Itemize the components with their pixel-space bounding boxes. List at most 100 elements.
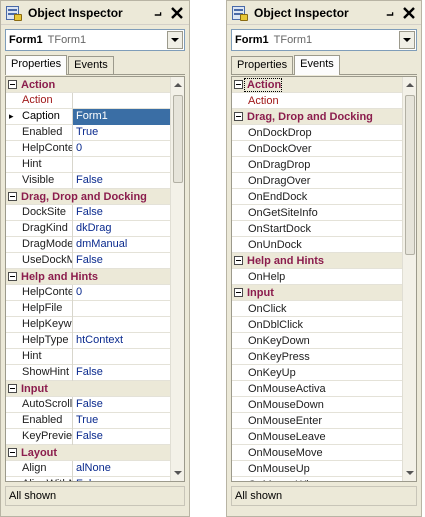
property-value[interactable]: 0: [73, 285, 170, 301]
tab-properties[interactable]: Properties: [5, 55, 68, 75]
event-row[interactable]: OnMouseDown: [232, 397, 402, 413]
event-row[interactable]: OnKeyDown: [232, 333, 402, 349]
scroll-up-button[interactable]: [404, 79, 416, 91]
event-row[interactable]: OnUnDock: [232, 237, 402, 253]
category-row[interactable]: Layout: [6, 445, 170, 461]
scroll-thumb[interactable]: [405, 95, 415, 255]
component-selector[interactable]: Form1 TForm1: [5, 29, 185, 51]
property-value[interactable]: [73, 301, 170, 317]
event-row[interactable]: OnDblClick: [232, 317, 402, 333]
collapse-toggle[interactable]: [6, 381, 19, 397]
dropdown-button[interactable]: [167, 31, 183, 49]
property-value[interactable]: False: [73, 397, 170, 413]
category-row[interactable]: Input: [6, 381, 170, 397]
collapse-toggle[interactable]: [232, 253, 245, 269]
category-row[interactable]: Drag, Drop and Docking: [232, 109, 402, 125]
event-row[interactable]: Action: [232, 93, 402, 109]
property-row[interactable]: HelpConte 0: [6, 284, 170, 301]
tab-events[interactable]: Events: [294, 55, 340, 75]
event-row[interactable]: OnMouseMove: [232, 445, 402, 461]
event-row[interactable]: OnDragDrop: [232, 157, 402, 173]
property-value[interactable]: Form1: [73, 108, 170, 125]
property-row[interactable]: AutoScroll False: [6, 396, 170, 413]
event-row[interactable]: OnMouseUp: [232, 461, 402, 477]
property-row[interactable]: HelpType htContext: [6, 332, 170, 349]
tab-properties[interactable]: Properties: [231, 56, 294, 74]
property-row[interactable]: ShowHint False: [6, 364, 170, 381]
property-row[interactable]: Align alNone: [6, 460, 170, 477]
close-icon[interactable]: [401, 5, 417, 21]
property-value[interactable]: [73, 157, 170, 173]
collapse-toggle[interactable]: [232, 109, 245, 125]
title-bar[interactable]: Object Inspector ⨼: [1, 1, 189, 25]
property-value[interactable]: dkDrag: [73, 221, 170, 237]
pin-icon[interactable]: ⨼: [383, 5, 397, 20]
scroll-down-button[interactable]: [404, 467, 416, 479]
property-value[interactable]: False: [73, 253, 170, 269]
property-row[interactable]: Visible False: [6, 172, 170, 189]
event-row[interactable]: OnDockDrop: [232, 125, 402, 141]
event-row[interactable]: OnClick: [232, 301, 402, 317]
property-row[interactable]: AlignWithMFalse: [6, 476, 170, 482]
tab-events[interactable]: Events: [68, 56, 114, 74]
category-row[interactable]: Action: [6, 77, 170, 93]
event-row[interactable]: OnMouseEnter: [232, 413, 402, 429]
collapse-toggle[interactable]: [232, 285, 245, 301]
property-row[interactable]: HelpFile: [6, 300, 170, 317]
event-row[interactable]: OnMouseLeave: [232, 429, 402, 445]
event-row[interactable]: OnHelp: [232, 269, 402, 285]
collapse-toggle[interactable]: [6, 77, 19, 93]
property-value[interactable]: True: [73, 413, 170, 429]
property-row[interactable]: UseDockMaFalse: [6, 252, 170, 269]
category-row[interactable]: Drag, Drop and Docking: [6, 189, 170, 205]
property-value[interactable]: [73, 93, 170, 109]
dropdown-button[interactable]: [399, 31, 415, 49]
event-row[interactable]: OnMouseWhee: [232, 477, 402, 482]
vertical-scrollbar[interactable]: [170, 77, 184, 481]
property-row[interactable]: HelpKeywo: [6, 316, 170, 333]
event-row[interactable]: OnKeyPress: [232, 349, 402, 365]
event-row[interactable]: OnMouseActiva: [232, 381, 402, 397]
property-value[interactable]: False: [73, 173, 170, 189]
property-row[interactable]: ▸ Caption Form1: [6, 108, 170, 125]
event-row[interactable]: OnKeyUp: [232, 365, 402, 381]
category-row[interactable]: Help and Hints: [6, 269, 170, 285]
property-value[interactable]: dmManual: [73, 237, 170, 253]
category-row[interactable]: Action: [232, 77, 402, 93]
property-value[interactable]: alNone: [73, 461, 170, 477]
property-value[interactable]: [73, 317, 170, 333]
property-row[interactable]: Hint: [6, 156, 170, 173]
property-value[interactable]: False: [73, 205, 170, 221]
property-row[interactable]: DragKind dkDrag: [6, 220, 170, 237]
property-row[interactable]: KeyPreviewFalse: [6, 428, 170, 445]
category-row[interactable]: Help and Hints: [232, 253, 402, 269]
collapse-toggle[interactable]: [6, 445, 19, 461]
property-value[interactable]: False: [73, 477, 170, 482]
scroll-down-button[interactable]: [172, 467, 184, 479]
property-value[interactable]: htContext: [73, 333, 170, 349]
scroll-thumb[interactable]: [173, 95, 183, 183]
event-row[interactable]: OnStartDock: [232, 221, 402, 237]
collapse-toggle[interactable]: [232, 77, 245, 93]
event-row[interactable]: OnDragOver: [232, 173, 402, 189]
property-value[interactable]: False: [73, 365, 170, 381]
event-row[interactable]: OnGetSiteInfo: [232, 205, 402, 221]
event-row[interactable]: OnEndDock: [232, 189, 402, 205]
property-row[interactable]: HelpConte 0: [6, 140, 170, 157]
property-value[interactable]: True: [73, 125, 170, 141]
component-selector[interactable]: Form1 TForm1: [231, 29, 417, 51]
category-row[interactable]: Input: [232, 285, 402, 301]
property-row[interactable]: Enabled True: [6, 124, 170, 141]
collapse-toggle[interactable]: [6, 269, 19, 285]
title-bar[interactable]: Object Inspector ⨼: [227, 1, 421, 25]
property-value[interactable]: [73, 349, 170, 365]
property-row[interactable]: Enabled True: [6, 412, 170, 429]
property-row[interactable]: DragMode dmManual: [6, 236, 170, 253]
pin-icon[interactable]: ⨼: [151, 5, 165, 20]
property-row[interactable]: Hint: [6, 348, 170, 365]
event-row[interactable]: OnDockOver: [232, 141, 402, 157]
close-icon[interactable]: [169, 5, 185, 21]
property-value[interactable]: False: [73, 429, 170, 445]
collapse-toggle[interactable]: [6, 189, 19, 205]
scroll-up-button[interactable]: [172, 79, 184, 91]
